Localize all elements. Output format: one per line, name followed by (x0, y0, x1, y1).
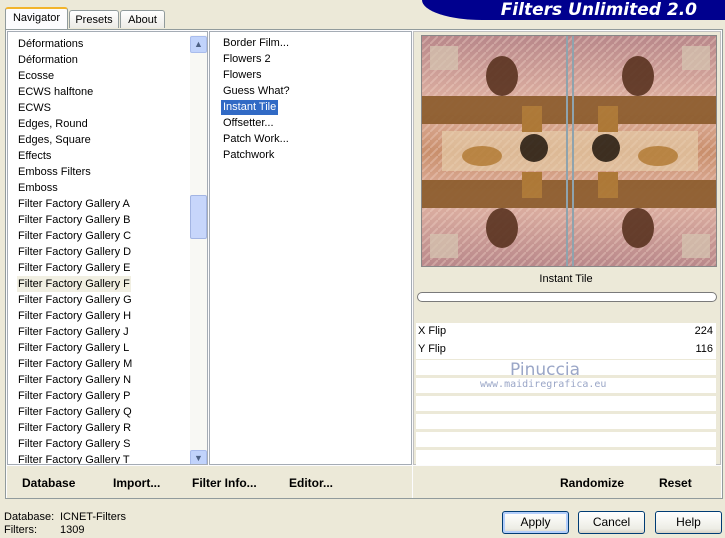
cancel-button[interactable]: Cancel (578, 511, 645, 534)
preview-art (422, 36, 716, 266)
param-slot (416, 432, 716, 447)
category-list[interactable]: Déformations Déformation Ecosse ECWS halfto… (7, 31, 208, 465)
scroll-down-icon[interactable]: ▼ (190, 450, 207, 464)
help-button[interactable]: Help (655, 511, 722, 534)
param-slot (416, 450, 716, 465)
editor-button[interactable]: Editor... (289, 476, 333, 490)
import-button[interactable]: Import... (113, 476, 160, 490)
progress-bar (417, 292, 717, 302)
preview-filter-name: Instant Tile (416, 268, 716, 290)
database-value: ICNET-Filters (60, 511, 126, 523)
category-scrollbar[interactable]: ▲ ▼ (190, 35, 207, 464)
filter-item[interactable]: Flowers 2 (221, 52, 273, 67)
category-item[interactable]: Emboss (17, 180, 59, 196)
category-item[interactable]: Filter Factory Gallery C (17, 228, 132, 244)
tab-navigator[interactable]: Navigator (5, 7, 68, 29)
preview-image (421, 35, 717, 267)
randomize-button[interactable]: Randomize (560, 476, 624, 490)
param-x-flip[interactable]: X Flip 224 (416, 323, 716, 341)
param-label: Y Flip (418, 343, 446, 355)
filters-count: 1309 (60, 524, 85, 536)
category-item[interactable]: Effects (17, 148, 52, 164)
category-item[interactable]: Filter Factory Gallery R (17, 420, 132, 436)
param-value: 224 (694, 325, 713, 337)
tab-about[interactable]: About (120, 10, 165, 28)
category-item[interactable]: Filter Factory Gallery G (17, 292, 133, 308)
category-item[interactable]: Ecosse (17, 68, 55, 84)
filter-item[interactable]: Instant Tile (221, 100, 279, 115)
database-button[interactable]: Database (22, 476, 75, 490)
scroll-thumb[interactable] (190, 195, 207, 239)
filter-item[interactable]: Offsetter... (221, 116, 276, 131)
apply-button[interactable]: Apply (502, 511, 569, 534)
category-item[interactable]: Filter Factory Gallery Q (17, 404, 133, 420)
category-item[interactable]: Filter Factory Gallery T (17, 452, 131, 464)
category-item[interactable]: ECWS halftone (17, 84, 94, 100)
filter-item[interactable]: Patchwork (221, 148, 276, 163)
param-label: X Flip (418, 325, 447, 337)
category-item[interactable]: Filter Factory Gallery N (17, 372, 132, 388)
category-item[interactable]: Filter Factory Gallery J (17, 324, 130, 340)
category-item[interactable]: Filter Factory Gallery M (17, 356, 133, 372)
watermark-site: www.maidiregrafica.eu (480, 379, 607, 390)
param-slot (416, 396, 716, 411)
filter-item[interactable]: Flowers (221, 68, 264, 83)
tab-presets[interactable]: Presets (69, 10, 119, 28)
category-item[interactable]: Déformations (17, 36, 84, 52)
filter-item[interactable]: Guess What? (221, 84, 292, 99)
category-item[interactable]: Filter Factory Gallery E (17, 260, 131, 276)
category-item[interactable]: Déformation (17, 52, 79, 68)
category-item[interactable]: Filter Factory Gallery A (17, 196, 131, 212)
category-item[interactable]: Filter Factory Gallery F (17, 276, 131, 292)
filter-info-button[interactable]: Filter Info... (192, 476, 257, 490)
param-slot (416, 414, 716, 429)
category-item[interactable]: Filter Factory Gallery S (17, 436, 131, 452)
category-item[interactable]: Filter Factory Gallery D (17, 244, 132, 260)
filter-list[interactable]: Border Film... Flowers 2 Flowers Guess What… (209, 31, 412, 465)
param-value: 116 (695, 343, 713, 355)
category-item[interactable]: ECWS (17, 100, 52, 116)
category-item[interactable]: Filter Factory Gallery P (17, 388, 131, 404)
app-title: Filters Unlimited 2.0 (422, 0, 725, 20)
category-item[interactable]: Filter Factory Gallery L (17, 340, 130, 356)
category-item[interactable]: Edges, Round (17, 116, 89, 132)
database-label: Database: (4, 511, 55, 523)
watermark-name: Pinuccia (510, 360, 580, 380)
filters-label: Filters: (4, 524, 37, 536)
category-item[interactable]: Filter Factory Gallery B (17, 212, 131, 228)
category-item[interactable]: Edges, Square (17, 132, 92, 148)
filter-item[interactable]: Patch Work... (221, 132, 291, 147)
param-y-flip[interactable]: Y Flip 116 (416, 341, 716, 359)
category-item[interactable]: Emboss Filters (17, 164, 92, 180)
reset-button[interactable]: Reset (659, 476, 692, 490)
category-item[interactable]: Filter Factory Gallery H (17, 308, 132, 324)
filter-item[interactable]: Border Film... (221, 36, 291, 51)
scroll-up-icon[interactable]: ▲ (190, 36, 207, 53)
